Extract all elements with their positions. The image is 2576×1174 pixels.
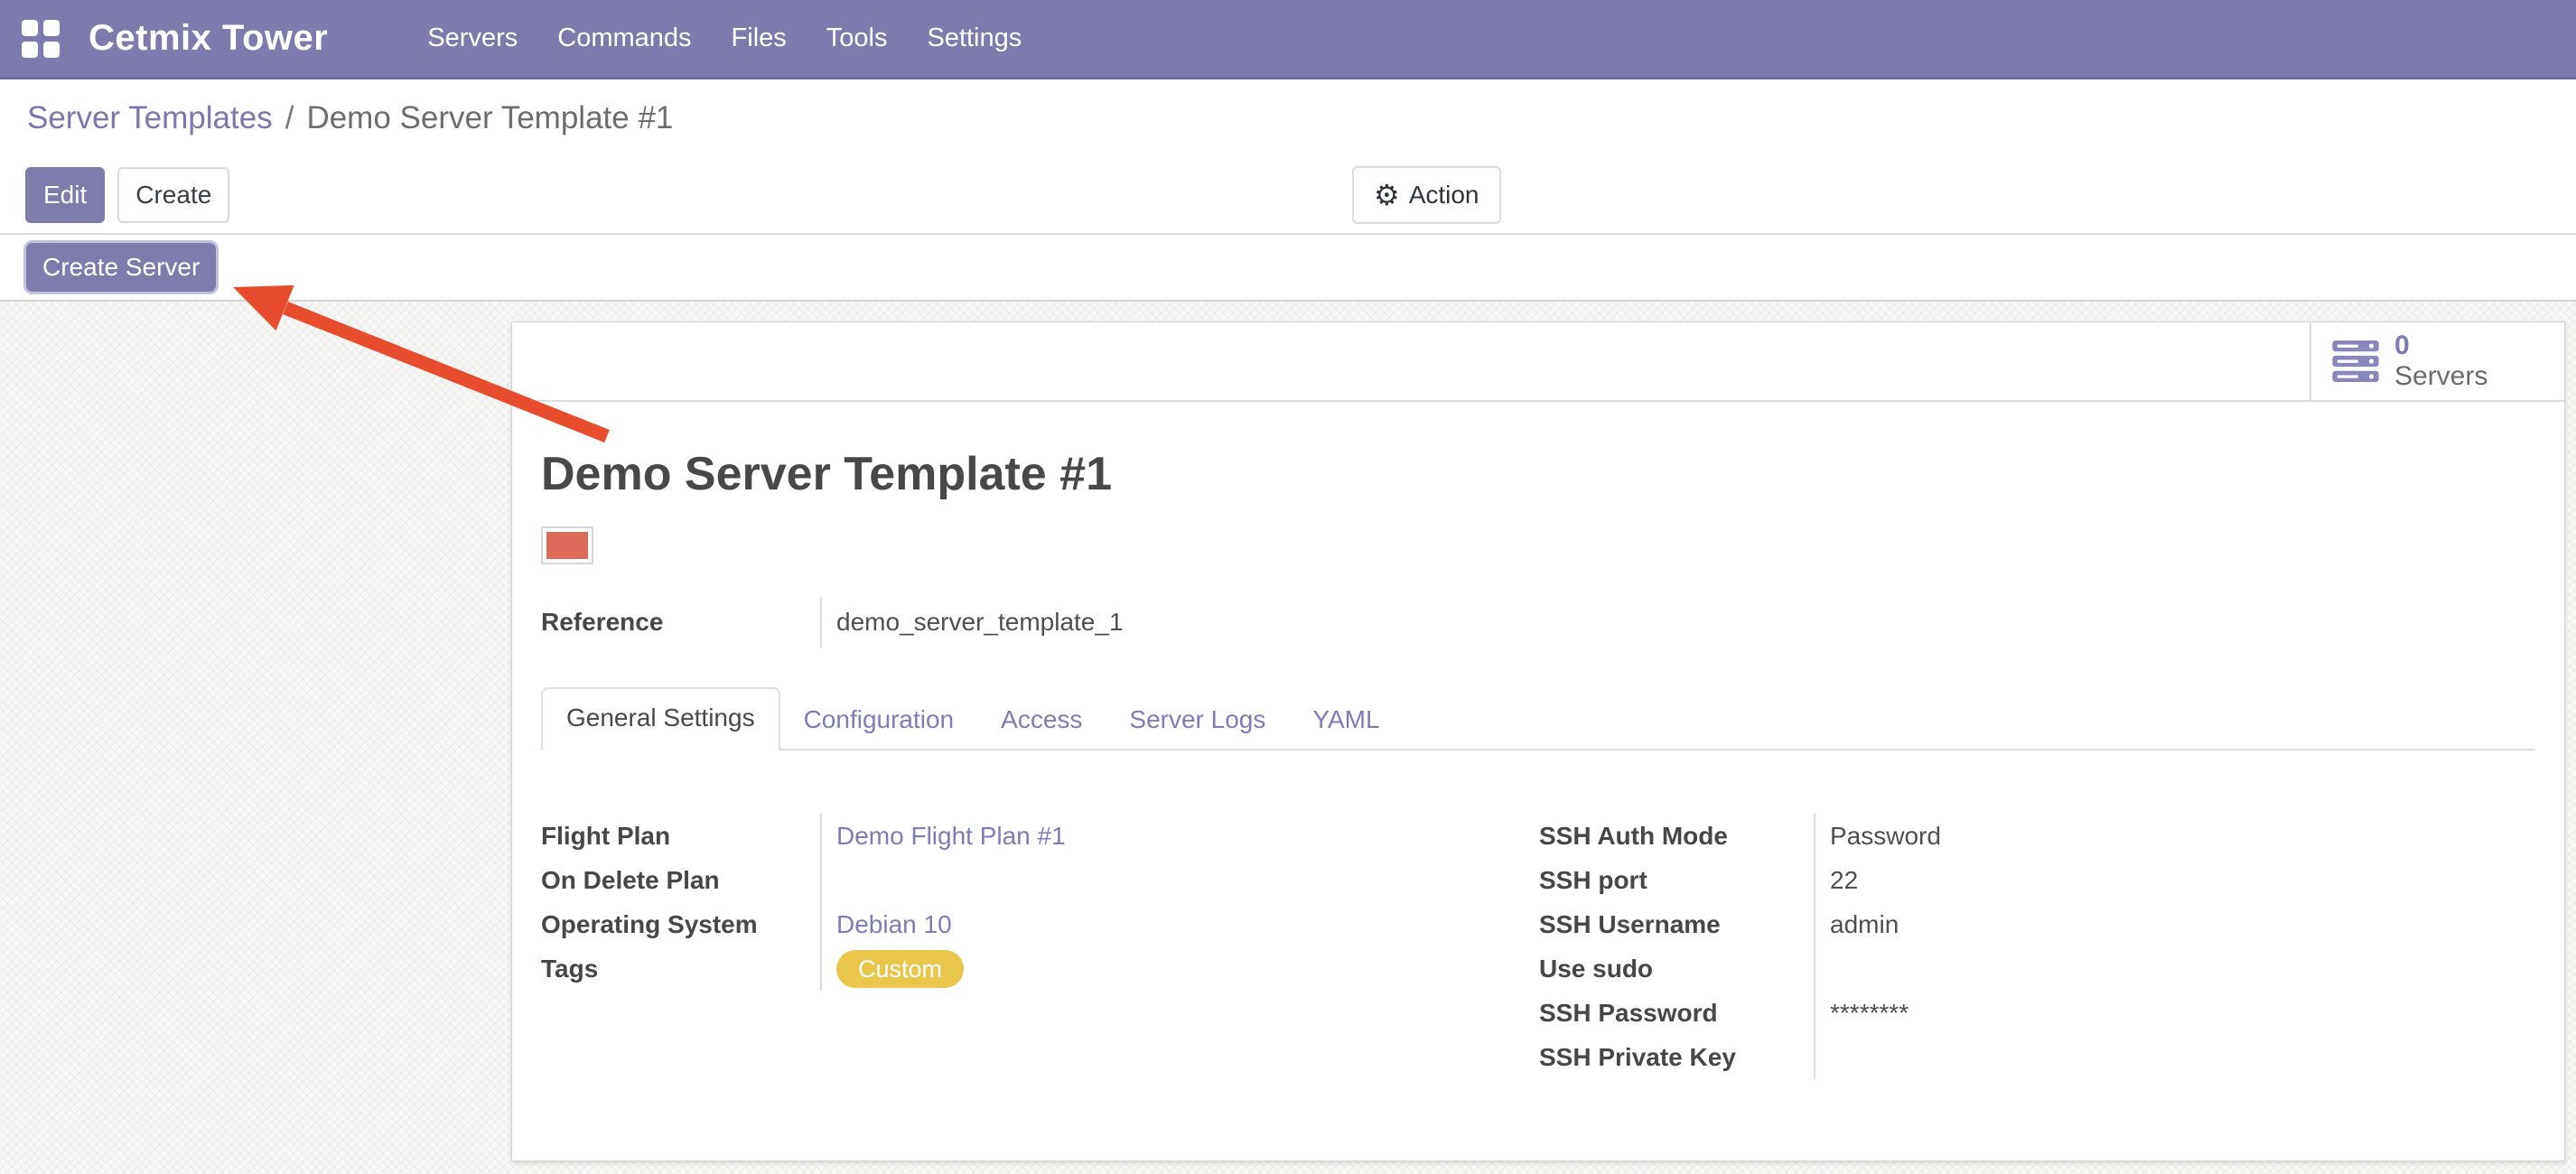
action-button-label: Action	[1409, 177, 1479, 213]
notebook-tabs: General Settings Configuration Access Se…	[541, 687, 2535, 750]
form-view-background: 0 Servers Demo Server Template #1 Refere…	[0, 302, 2576, 1174]
field-row-ssh-username: SSH Username admin	[1539, 902, 2535, 946]
color-picker-swatch	[541, 526, 593, 564]
field-row-ssh-private-key: SSH Private Key	[1539, 1035, 2535, 1079]
reference-value: demo_server_template_1	[820, 597, 1124, 648]
field-row-flight-plan: Flight Plan Demo Flight Plan #1	[541, 814, 1539, 858]
create-server-row: Create Server	[0, 235, 2576, 300]
menu-tools[interactable]: Tools	[825, 18, 890, 59]
create-server-button[interactable]: Create Server	[23, 240, 219, 294]
field-row-ssh-auth-mode: SSH Auth Mode Password	[1539, 814, 2535, 858]
top-navbar: Cetmix Tower Servers Commands Files Tool…	[0, 0, 2576, 79]
use-sudo-label: Use sudo	[1539, 955, 1814, 983]
ssh-password-label: SSH Password	[1539, 999, 1814, 1028]
ssh-port-label: SSH port	[1539, 866, 1814, 895]
ssh-auth-mode-label: SSH Auth Mode	[1539, 822, 1814, 851]
apps-grid-dot	[22, 42, 38, 58]
ssh-username-value: admin	[1814, 902, 1899, 946]
reference-label: Reference	[541, 608, 820, 637]
field-row-ssh-password: SSH Password ********	[1539, 991, 2535, 1035]
breadcrumb-current: Demo Server Template #1	[306, 100, 673, 136]
ssh-private-key-value	[1814, 1035, 1830, 1079]
servers-stat-button[interactable]: 0 Servers	[2310, 322, 2564, 400]
field-row-ssh-port: SSH port 22	[1539, 858, 2535, 902]
servers-count-label: Servers	[2394, 361, 2487, 392]
menu-files[interactable]: Files	[730, 18, 789, 59]
use-sudo-value	[1814, 946, 1830, 991]
tag-badge-custom: Custom	[836, 950, 964, 988]
create-button[interactable]: Create	[117, 167, 229, 223]
tab-server-logs[interactable]: Server Logs	[1106, 691, 1289, 749]
menu-settings[interactable]: Settings	[925, 18, 1023, 59]
tab-yaml[interactable]: YAML	[1289, 691, 1403, 749]
color-swatch-fill	[546, 532, 588, 559]
edit-button[interactable]: Edit	[25, 167, 105, 223]
ssh-username-label: SSH Username	[1539, 910, 1814, 939]
gear-icon: ⚙	[1374, 177, 1400, 213]
navbar-menu: Servers Commands Files Tools Settings	[425, 18, 1023, 59]
flight-plan-value-link[interactable]: Demo Flight Plan #1	[820, 814, 1066, 858]
field-row-reference: Reference demo_server_template_1	[541, 597, 2535, 648]
operating-system-value-link[interactable]: Debian 10	[820, 902, 952, 946]
general-settings-panel: Flight Plan Demo Flight Plan #1 On Delet…	[541, 814, 2535, 1079]
ssh-auth-mode-value: Password	[1814, 814, 1941, 858]
tab-configuration[interactable]: Configuration	[780, 691, 978, 749]
on-delete-plan-value	[820, 858, 836, 902]
operating-system-label: Operating System	[541, 910, 820, 939]
action-button[interactable]: ⚙ Action	[1352, 166, 1501, 224]
tab-access[interactable]: Access	[977, 691, 1106, 749]
ssh-password-value: ********	[1814, 991, 1909, 1035]
flight-plan-label: Flight Plan	[541, 822, 820, 851]
field-row-on-delete-plan: On Delete Plan	[541, 858, 1539, 902]
server-stack-icon	[2331, 337, 2380, 386]
apps-grid-dot	[43, 42, 60, 58]
apps-grid-dot	[22, 20, 38, 36]
ssh-private-key-label: SSH Private Key	[1539, 1043, 1814, 1072]
record-title: Demo Server Template #1	[541, 449, 2535, 499]
right-field-group: SSH Auth Mode Password SSH port 22 SSH U…	[1539, 814, 2535, 1079]
left-field-group: Flight Plan Demo Flight Plan #1 On Delet…	[541, 814, 1539, 1079]
breadcrumb: Server Templates / Demo Server Template …	[0, 79, 2576, 157]
stat-button-bar: 0 Servers	[512, 322, 2564, 402]
breadcrumb-separator: /	[285, 100, 294, 136]
stat-text: 0 Servers	[2394, 331, 2487, 392]
field-row-operating-system: Operating System Debian 10	[541, 902, 1539, 946]
control-panel: Server Templates / Demo Server Template …	[0, 79, 2576, 302]
on-delete-plan-label: On Delete Plan	[541, 866, 820, 895]
sheet-body: Demo Server Template #1 Reference demo_s…	[512, 449, 2564, 1079]
control-buttons-row: Edit Create ⚙ Action	[0, 157, 2576, 233]
tab-general-settings[interactable]: General Settings	[541, 687, 780, 750]
servers-count: 0	[2394, 331, 2487, 361]
breadcrumb-parent-link[interactable]: Server Templates	[27, 100, 273, 136]
field-row-tags: Tags Custom	[541, 946, 1539, 991]
menu-servers[interactable]: Servers	[425, 18, 519, 59]
reference-group: Reference demo_server_template_1	[541, 597, 2535, 648]
tags-value: Custom	[820, 946, 964, 991]
app-brand[interactable]: Cetmix Tower	[89, 18, 328, 59]
record-sheet: 0 Servers Demo Server Template #1 Refere…	[511, 321, 2565, 1161]
field-row-use-sudo: Use sudo	[1539, 946, 2535, 991]
tags-label: Tags	[541, 955, 820, 983]
menu-commands[interactable]: Commands	[555, 18, 693, 59]
apps-grid-dot	[43, 20, 60, 36]
apps-grid-icon[interactable]	[22, 20, 60, 58]
ssh-port-value: 22	[1814, 858, 1858, 902]
